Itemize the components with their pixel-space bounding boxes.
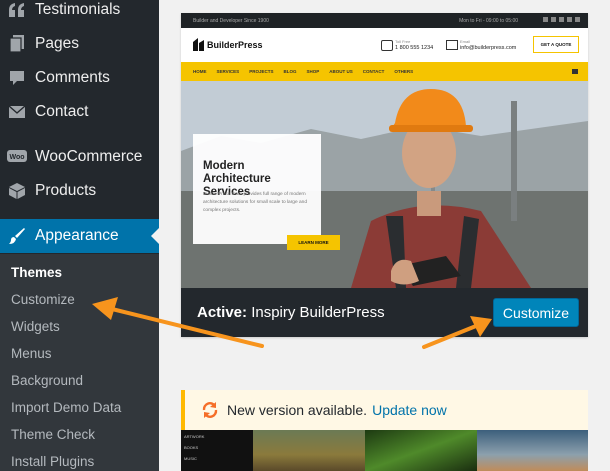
arrow-to-customize-menu: [92, 297, 264, 348]
annotation-arrows: [92, 297, 492, 349]
arrow-to-customize-button: [422, 316, 492, 349]
